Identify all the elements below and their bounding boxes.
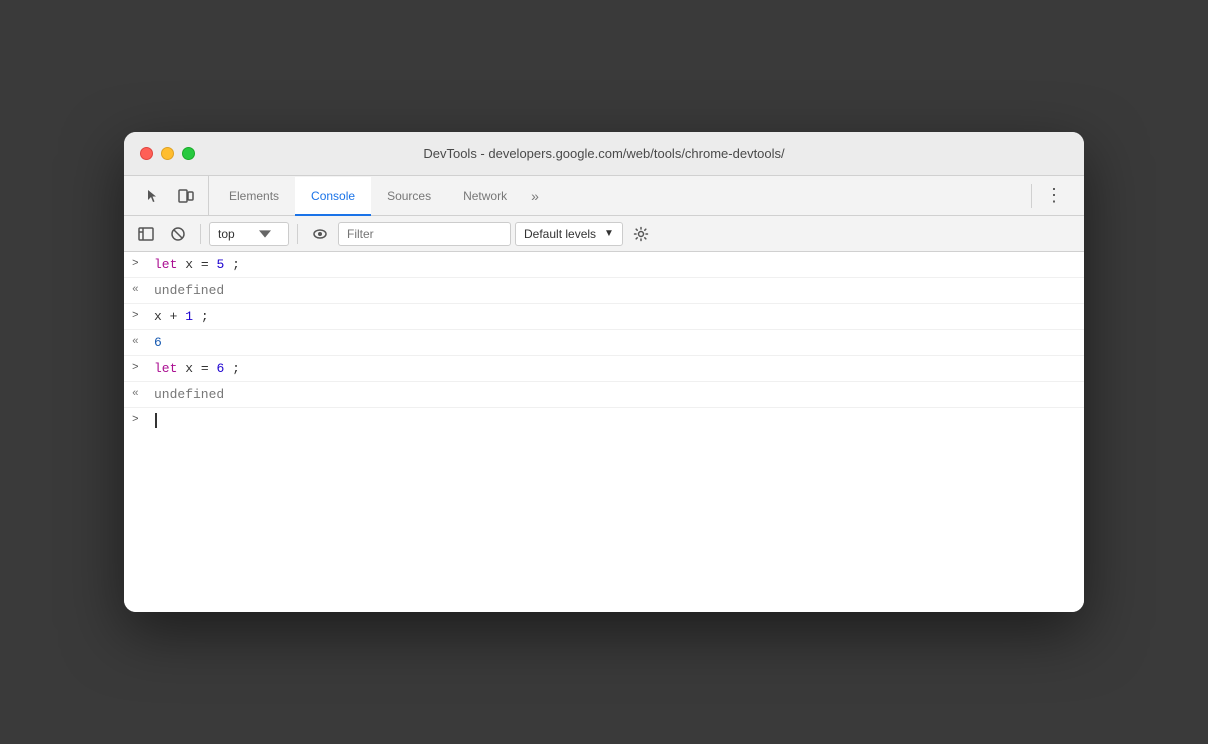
tab-network[interactable]: Network	[447, 177, 523, 216]
console-entry-3: > let x = 6 ;	[124, 356, 1084, 382]
console-toolbar: top Default levels ▼	[124, 216, 1084, 252]
more-options-button[interactable]: ⋮	[1040, 182, 1068, 210]
cursor-chevron: >	[132, 414, 144, 426]
tab-sources[interactable]: Sources	[371, 177, 447, 216]
dropdown-arrow-icon	[259, 228, 271, 240]
eye-button[interactable]	[306, 221, 334, 247]
output-value-3: undefined	[154, 387, 224, 402]
console-output-3: « undefined	[124, 382, 1084, 408]
console-output-1: « undefined	[124, 278, 1084, 304]
context-selector[interactable]: top	[209, 222, 289, 246]
clear-icon	[170, 226, 186, 242]
sidebar-toggle-button[interactable]	[132, 221, 160, 247]
input-chevron-2: >	[132, 310, 144, 322]
tab-elements[interactable]: Elements	[213, 177, 295, 216]
maximize-button[interactable]	[182, 147, 195, 160]
console-output-2: « 6	[124, 330, 1084, 356]
traffic-lights	[140, 147, 195, 160]
tab-overflow-button[interactable]: »	[523, 176, 547, 215]
cursor-icon	[146, 188, 162, 204]
settings-button[interactable]	[627, 221, 655, 247]
console-content[interactable]: > let x = 5 ; « undefined > x + 1 ;	[124, 252, 1084, 612]
console-cursor-line[interactable]: >	[124, 408, 1084, 433]
console-entry-2: > x + 1 ;	[124, 304, 1084, 330]
gear-icon	[633, 226, 649, 242]
clear-console-button[interactable]	[164, 221, 192, 247]
select-tool-button[interactable]	[140, 182, 168, 210]
code-2: x + 1 ;	[154, 309, 209, 324]
device-toolbar-button[interactable]	[172, 182, 200, 210]
tab-console[interactable]: Console	[295, 177, 371, 216]
filter-input[interactable]	[338, 222, 511, 246]
title-bar: DevTools - developers.google.com/web/too…	[124, 132, 1084, 176]
code-3: let x = 6 ;	[154, 361, 240, 376]
output-chevron-3: «	[132, 388, 144, 400]
separator-2	[297, 224, 298, 244]
console-entry-1: > let x = 5 ;	[124, 252, 1084, 278]
output-chevron-2: «	[132, 336, 144, 348]
tab-bar: Elements Console Sources Network » ⋮	[124, 176, 1084, 216]
output-value-2: 6	[154, 335, 162, 350]
toolbar-icons	[132, 176, 209, 215]
input-chevron-3: >	[132, 362, 144, 374]
close-button[interactable]	[140, 147, 153, 160]
output-value-1: undefined	[154, 283, 224, 298]
log-levels-button[interactable]: Default levels ▼	[515, 222, 623, 246]
minimize-button[interactable]	[161, 147, 174, 160]
separator	[1031, 184, 1032, 208]
sidebar-icon	[138, 226, 154, 242]
devtools-window: DevTools - developers.google.com/web/too…	[124, 132, 1084, 612]
eye-icon	[312, 226, 328, 242]
output-chevron-1: «	[132, 284, 144, 296]
separator-1	[200, 224, 201, 244]
device-icon	[178, 188, 194, 204]
cursor-container	[154, 413, 157, 428]
code-1: let x = 5 ;	[154, 257, 240, 272]
window-title: DevTools - developers.google.com/web/too…	[423, 146, 784, 161]
tab-bar-end: ⋮	[1023, 176, 1076, 215]
text-cursor	[155, 413, 157, 428]
input-chevron-1: >	[132, 258, 144, 270]
